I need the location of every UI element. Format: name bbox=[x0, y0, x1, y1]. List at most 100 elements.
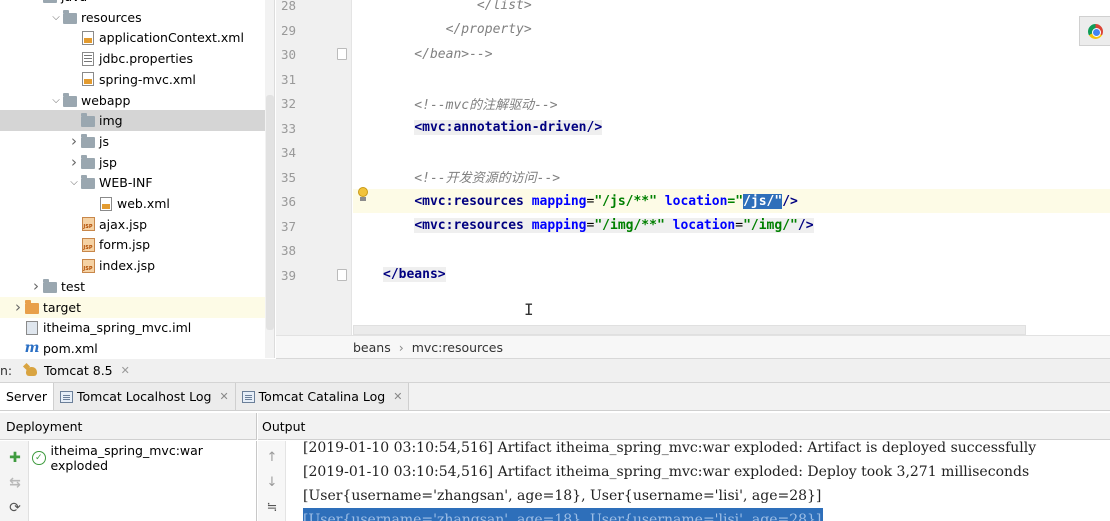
arrow-up-icon[interactable]: ↑ bbox=[264, 449, 280, 465]
log-icon bbox=[60, 390, 73, 403]
tab-tomcat-catalina-log[interactable]: Tomcat Catalina Log ✕ bbox=[235, 383, 410, 410]
tab-server[interactable]: Server bbox=[0, 383, 54, 410]
icon-glyph bbox=[81, 133, 95, 148]
tree-item-jdbc-properties[interactable]: jdbc.properties bbox=[0, 48, 265, 69]
project-tree-scrollbar[interactable] bbox=[265, 0, 275, 358]
code-line: <!--开发资源的访问--> bbox=[383, 165, 560, 189]
tree-item-js[interactable]: › js bbox=[0, 131, 265, 152]
chevron-down-icon[interactable]: ⌵ bbox=[68, 172, 80, 193]
icon-glyph bbox=[81, 154, 95, 169]
maven-icon: m bbox=[24, 340, 40, 356]
tab-tomcat-localhost-log[interactable]: Tomcat Localhost Log ✕ bbox=[54, 383, 236, 410]
code-token: = bbox=[586, 193, 595, 209]
code-token: <!--开发资源的访问--> bbox=[383, 171, 561, 186]
console-line: [User{username='zhangsan', age=18}, User… bbox=[303, 488, 822, 504]
xml-file-icon bbox=[80, 30, 96, 46]
code-token: <!--mvc的注解驱动--> bbox=[383, 97, 558, 113]
fold-marker-icon[interactable] bbox=[337, 268, 347, 281]
icon-glyph bbox=[81, 175, 95, 190]
code-line: </beans> bbox=[383, 263, 446, 287]
code-token: = bbox=[586, 218, 595, 233]
tree-item-label: jdbc.properties bbox=[99, 51, 193, 67]
tree-item-ajax-jsp[interactable]: JSP ajax.jsp bbox=[0, 214, 265, 235]
lightbulb-icon[interactable] bbox=[357, 187, 369, 203]
tree-item-web-xml[interactable]: web.xml bbox=[0, 193, 265, 214]
line-number: 33 bbox=[280, 120, 296, 136]
code-token: mapping bbox=[531, 218, 587, 233]
console-line: [2019-01-10 03:10:54,516] Artifact ithei… bbox=[303, 464, 1030, 480]
folder-icon bbox=[62, 9, 78, 25]
breadcrumb-item-beans[interactable]: beans bbox=[353, 340, 391, 355]
jsp-file-icon: JSP bbox=[80, 216, 96, 232]
code-token: <mvc:resources bbox=[414, 193, 532, 209]
tree-item-test[interactable]: › test bbox=[0, 276, 265, 297]
run-label: n: bbox=[0, 363, 13, 378]
chevron-right-icon[interactable]: › bbox=[68, 152, 80, 173]
deployment-item[interactable]: ✓ itheima_spring_mvc:war exploded bbox=[32, 443, 256, 473]
tree-item-label: jsp bbox=[99, 154, 117, 170]
code-line: </list> bbox=[383, 0, 532, 17]
chevron-right-icon[interactable]: › bbox=[30, 276, 42, 297]
code-token: /> bbox=[782, 193, 798, 209]
code-editor[interactable]: </list> </property> </bean>--> <!--mvc的注… bbox=[353, 0, 1110, 335]
breadcrumb: beans › mvc:resources bbox=[276, 335, 1110, 359]
module-file-icon bbox=[24, 320, 40, 336]
scrollbar-thumb[interactable] bbox=[266, 95, 274, 330]
tree-item-jsp[interactable]: › jsp bbox=[0, 152, 265, 173]
icon-glyph bbox=[82, 51, 94, 66]
soft-wrap-icon[interactable]: ≒ bbox=[264, 499, 280, 515]
icon-glyph bbox=[82, 30, 94, 45]
tree-item-webapp[interactable]: ⌵ webapp bbox=[0, 90, 265, 111]
jsp-file-icon: JSP bbox=[80, 237, 96, 253]
chevron-right-icon[interactable]: › bbox=[12, 297, 24, 318]
breadcrumb-item-mvc-resources[interactable]: mvc:resources bbox=[412, 340, 503, 355]
fold-marker-icon[interactable] bbox=[337, 48, 347, 60]
refresh-icon[interactable]: ⟳ bbox=[6, 499, 24, 517]
xml-file-icon bbox=[98, 196, 114, 212]
tree-item-label: target bbox=[43, 299, 82, 315]
tree-item-resources[interactable]: ⌵ resources bbox=[0, 7, 265, 28]
code-line: <mvc:annotation-driven/> bbox=[383, 116, 603, 140]
output-console[interactable]: [2019-01-10 03:10:54,516] Artifact ithei… bbox=[287, 441, 1110, 521]
tree-item-label: index.jsp bbox=[99, 258, 156, 274]
icon-glyph: JSP bbox=[81, 217, 95, 232]
editor-gutter: 28 29 30 31 32 33 34 35 36 37 38 39 bbox=[276, 0, 352, 335]
run-tabs: Server Tomcat Localhost Log ✕ Tomcat Cat… bbox=[0, 383, 1110, 411]
chevron-right-icon[interactable]: › bbox=[68, 131, 80, 152]
arrow-down-icon[interactable]: ↓ bbox=[264, 474, 280, 490]
close-icon[interactable]: ✕ bbox=[219, 390, 228, 403]
deploy-add-icon[interactable]: ✚ bbox=[6, 449, 24, 467]
tree-item-index-jsp[interactable]: JSP index.jsp bbox=[0, 255, 265, 276]
folder-icon bbox=[42, 278, 58, 294]
code-token: /js/" bbox=[743, 193, 783, 209]
tree-item-web-inf[interactable]: ⌵ WEB-INF bbox=[0, 172, 265, 193]
close-icon[interactable]: ✕ bbox=[393, 390, 402, 403]
code-token: "/img/" bbox=[743, 218, 798, 233]
chevron-down-icon[interactable]: ⌵ bbox=[50, 90, 62, 111]
tree-item-img[interactable]: img bbox=[0, 110, 265, 132]
icon-glyph bbox=[100, 196, 112, 211]
tree-item-form-jsp[interactable]: JSP form.jsp bbox=[0, 234, 265, 255]
line-number: 32 bbox=[280, 96, 296, 111]
folder-icon bbox=[80, 113, 96, 129]
chrome-browser-button[interactable] bbox=[1079, 16, 1110, 46]
tree-item-pom-xml[interactable]: m pom.xml bbox=[0, 338, 265, 358]
tree-item-itheima-spring-mvc-iml[interactable]: itheima_spring_mvc.iml bbox=[0, 317, 265, 338]
tree-item-target[interactable]: › target bbox=[0, 296, 265, 318]
code-token: </beans> bbox=[383, 267, 446, 282]
editor-horizontal-scrollbar[interactable] bbox=[353, 325, 1026, 335]
redeploy-icon[interactable]: ⇆ bbox=[6, 474, 24, 492]
icon-glyph bbox=[43, 0, 57, 3]
chevron-down-icon[interactable]: ⌵ bbox=[50, 7, 62, 28]
run-config-name[interactable]: Tomcat 8.5 bbox=[44, 363, 113, 378]
tree-item-spring-mvc-xml[interactable]: spring-mvc.xml bbox=[0, 69, 265, 90]
code-line: <mvc:resources mapping = "/img/**" locatio… bbox=[383, 214, 814, 238]
close-icon[interactable]: ✕ bbox=[121, 364, 130, 377]
tree-item-applicationcontext-xml[interactable]: applicationContext.xml bbox=[0, 27, 265, 48]
chrome-icon bbox=[1087, 23, 1103, 39]
xml-file-icon bbox=[80, 71, 96, 87]
line-number: 29 bbox=[280, 22, 296, 38]
